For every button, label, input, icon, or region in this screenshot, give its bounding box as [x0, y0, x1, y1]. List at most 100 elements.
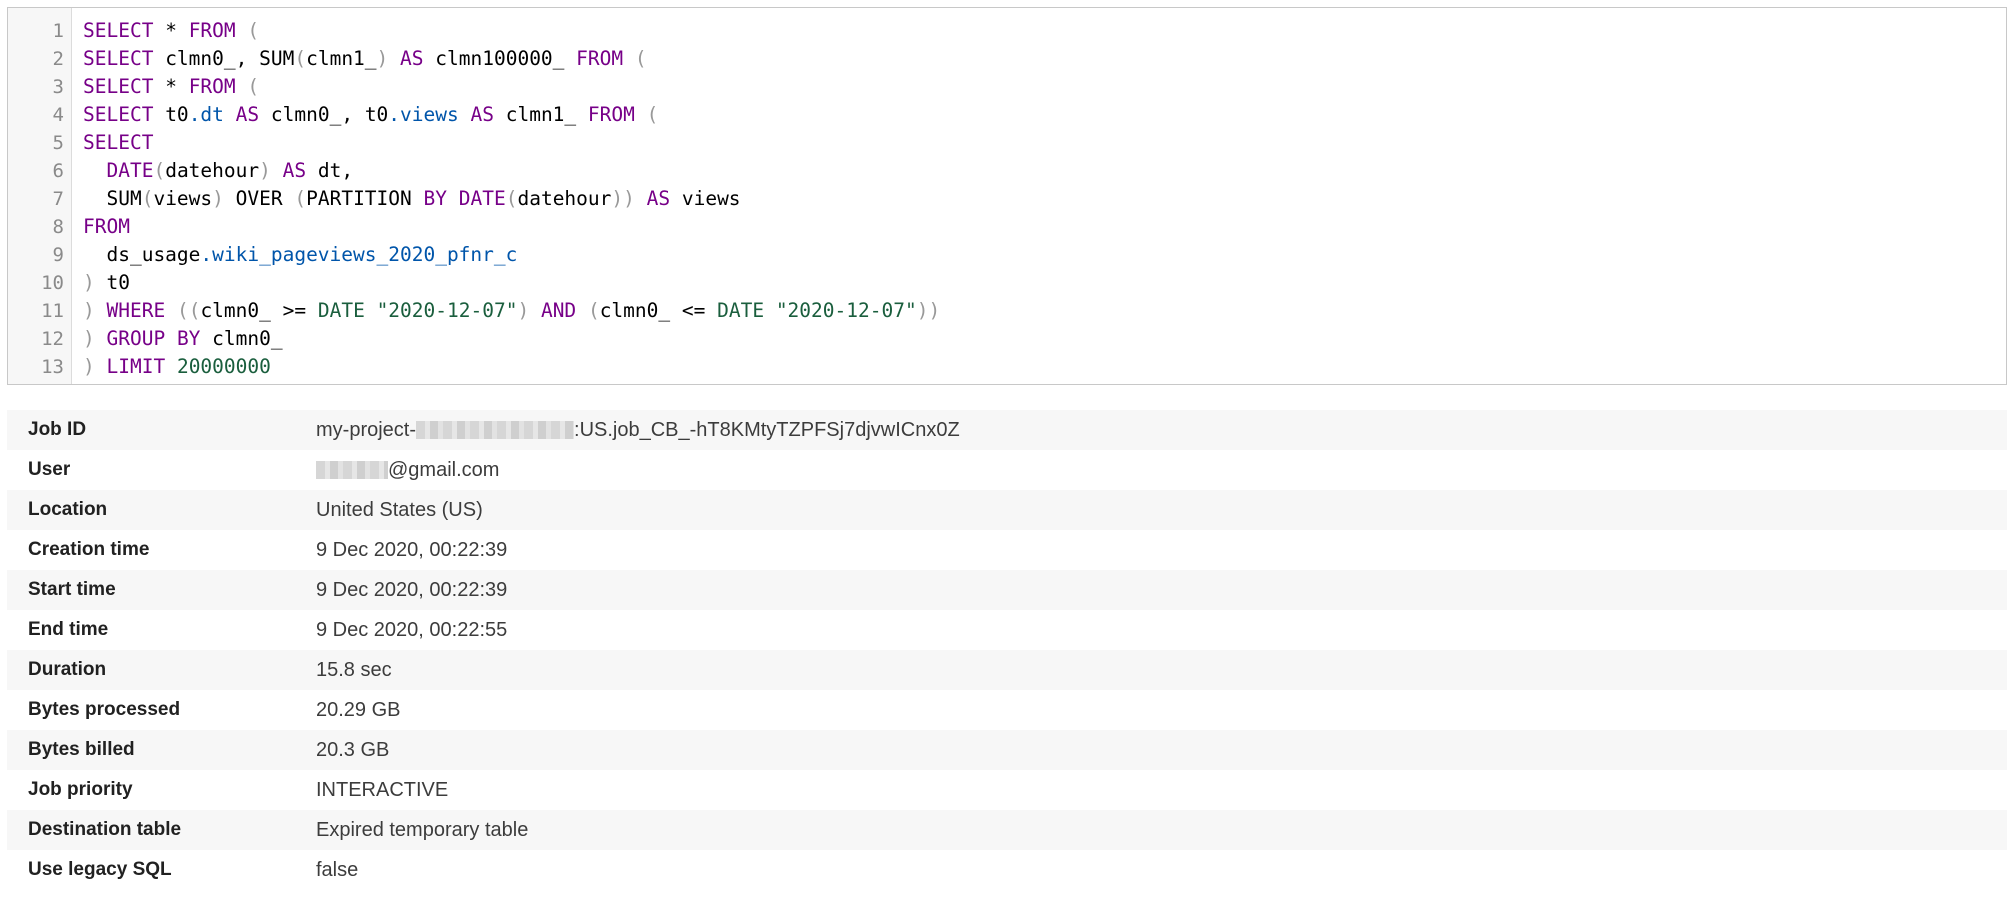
code-token: clmn1_ — [493, 103, 588, 126]
code-line[interactable]: 2 SELECT clmn0_, SUM(clmn1_) AS clmn10000… — [8, 45, 2006, 73]
code-token: "2020-12-07" — [775, 299, 917, 322]
code-token: datehour — [517, 187, 612, 210]
code-token: views — [670, 187, 741, 210]
code-line[interactable]: 8 FROM — [8, 213, 2006, 241]
code-token: * — [153, 75, 189, 98]
line-number: 13 — [41, 356, 64, 378]
detail-row-bytes-billed: Bytes billed 20.3 GB — [7, 730, 2007, 770]
code-token: views — [153, 187, 213, 210]
code-line[interactable]: 7 SUM(views) OVER (PARTITION BY DATE(dat… — [8, 185, 2006, 213]
detail-row-end-time: End time 9 Dec 2020, 00:22:55 — [7, 610, 2007, 650]
code-line[interactable]: 13) LIMIT 20000000 — [8, 353, 2006, 381]
code-text: ) WHERE ((clmn0_ >= DATE "2020-12-07") A… — [83, 297, 940, 325]
job-priority-value: INTERACTIVE — [316, 778, 449, 801]
code-text: SELECT — [83, 129, 153, 157]
code-token: SELECT — [83, 103, 154, 126]
code-line[interactable]: 4 SELECT t0.dt AS clmn0_, t0.views AS clm… — [8, 101, 2006, 129]
code-token: ( — [646, 103, 659, 126]
job-id-suffix: :US.job_CB_-hT8KMtyTZPFSj7djvwICnx0Z — [574, 418, 960, 441]
code-line[interactable]: 9 ds_usage.wiki_pageviews_2020_pfnr_c — [8, 241, 2006, 269]
code-token: SELECT — [83, 19, 154, 42]
code-token: t0 — [94, 271, 130, 294]
code-text: ds_usage.wiki_pageviews_2020_pfnr_c — [83, 241, 517, 269]
code-line[interactable]: 1 SELECT * FROM ( — [8, 17, 2006, 45]
code-token: DATE — [458, 187, 506, 210]
code-token: "2020-12-07" — [376, 299, 518, 322]
code-token: ( — [141, 187, 154, 210]
code-token: AS — [235, 103, 260, 126]
code-lines: 1 SELECT * FROM (2 SELECT clmn0_, SUM(clmn… — [8, 17, 2006, 381]
code-token: ( — [587, 299, 600, 322]
code-token: LIMIT — [106, 355, 166, 378]
code-token: SELECT — [83, 131, 154, 154]
code-token: clmn1_ — [306, 47, 377, 70]
code-text: ) t0 — [83, 269, 130, 297]
detail-label: User — [28, 459, 71, 480]
code-line[interactable]: 12) GROUP BY clmn0_ — [8, 325, 2006, 353]
detail-label: Location — [28, 499, 108, 520]
detail-row-use-legacy-sql: Use legacy SQL false — [7, 850, 2007, 890]
code-token: ) — [83, 327, 95, 350]
code-token: ) — [83, 299, 95, 322]
code-token: AS — [400, 47, 424, 70]
code-token: t0 — [153, 103, 189, 126]
detail-row-bytes-processed: Bytes processed 20.29 GB — [7, 690, 2007, 730]
use-legacy-sql-value: false — [316, 858, 359, 881]
code-token: ) — [259, 159, 271, 182]
code-token: SELECT — [83, 75, 154, 98]
detail-row-job-id: Job ID my-project-:US.job_CB_-hT8KMtyTZP… — [7, 410, 2007, 450]
detail-label: Use legacy SQL — [28, 859, 172, 880]
detail-label: Duration — [28, 659, 107, 680]
code-line[interactable]: 5 SELECT — [8, 129, 2006, 157]
code-token: clmn0_, SUM — [153, 47, 295, 70]
code-token: WHERE — [106, 299, 166, 322]
code-token: ( — [294, 187, 307, 210]
code-token: clmn0_ — [200, 327, 283, 350]
line-number: 10 — [41, 272, 64, 294]
code-text: SELECT clmn0_, SUM(clmn1_) AS clmn100000… — [83, 45, 647, 73]
line-number: 4 — [52, 104, 64, 126]
redacted-project-number — [416, 421, 575, 439]
code-line[interactable]: 11) WHERE ((clmn0_ >= DATE "2020-12-07")… — [8, 297, 2006, 325]
job-details-table: Job ID my-project-:US.job_CB_-hT8KMtyTZP… — [7, 410, 2007, 890]
code-text: FROM — [83, 213, 130, 241]
code-line[interactable]: 6 DATE(datehour) AS dt, — [8, 157, 2006, 185]
redacted-username — [316, 461, 388, 479]
code-token: FROM — [83, 215, 130, 238]
code-token: FROM — [188, 75, 236, 98]
code-text: SELECT * FROM ( — [83, 17, 259, 45]
code-token: datehour — [165, 159, 260, 182]
destination-table-value: Expired temporary table — [316, 818, 529, 841]
code-token: AS — [470, 103, 494, 126]
line-number: 12 — [41, 328, 64, 350]
code-token: ) — [376, 47, 389, 70]
code-line[interactable]: 10 ) t0 — [8, 269, 2006, 297]
query-editor[interactable]: 1 SELECT * FROM (2 SELECT clmn0_, SUM(clmn… — [7, 7, 2007, 385]
code-token: ( — [505, 187, 518, 210]
code-line[interactable]: 3 SELECT * FROM ( — [8, 73, 2006, 101]
code-token: (( — [176, 299, 201, 322]
job-id-prefix: my-project- — [316, 418, 417, 441]
code-token: GROUP BY — [106, 327, 201, 350]
end-time-value: 9 Dec 2020, 00:22:55 — [316, 618, 508, 641]
line-number: 3 — [52, 76, 64, 98]
code-text: SUM(views) OVER (PARTITION BY DATE(dateh… — [83, 185, 741, 213]
detail-row-duration: Duration 15.8 sec — [7, 650, 2007, 690]
code-token: BY — [423, 187, 447, 210]
code-token: 20000000 — [176, 355, 271, 378]
code-token: AS — [282, 159, 307, 182]
code-text: SELECT * FROM ( — [83, 73, 259, 101]
code-token: ) — [517, 299, 530, 322]
detail-label: Start time — [28, 579, 116, 600]
